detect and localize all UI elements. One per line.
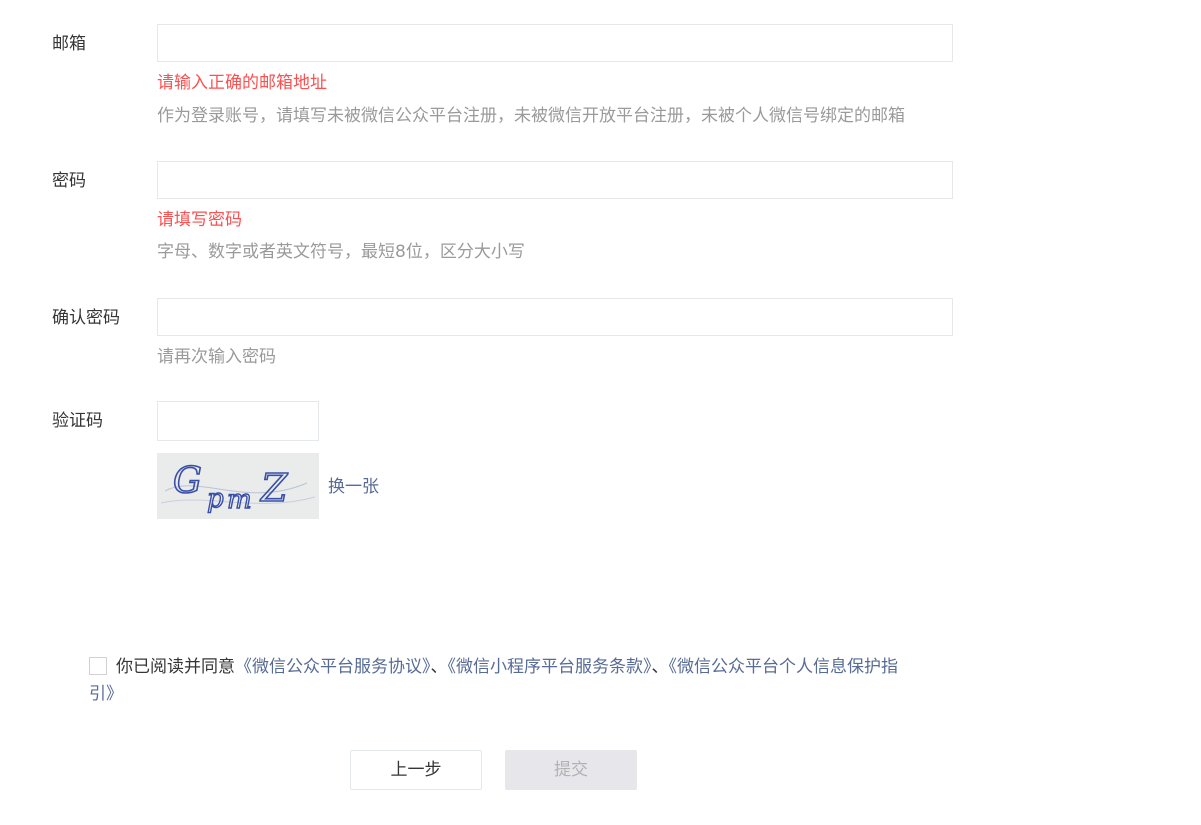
miniprogram-terms-link[interactable]: 《微信小程序平台服务条款》 [448, 657, 652, 677]
password-label: 密码 [52, 171, 86, 191]
agreement-prefix: 你已阅读并同意 [116, 657, 235, 677]
previous-step-button[interactable]: 上一步 [350, 750, 482, 790]
agreement-separator-1: 、 [430, 657, 448, 677]
email-error: 请输入正确的邮箱地址 [157, 73, 327, 93]
password-error: 请填写密码 [157, 210, 242, 230]
captcha-refresh-link[interactable]: 换一张 [328, 475, 379, 499]
agreement-separator-2: 、 [651, 657, 669, 677]
captcha-input[interactable] [157, 401, 319, 441]
email-label: 邮箱 [52, 34, 86, 54]
password-input[interactable] [157, 161, 953, 199]
agreement-row: 你已阅读并同意《微信公众平台服务协议》、《微信小程序平台服务条款》、《微信公众平… [89, 654, 909, 708]
email-tip: 作为登录账号，请填写未被微信公众平台注册，未被微信开放平台注册，未被个人微信号绑… [157, 106, 905, 126]
register-form: 邮箱 请输入正确的邮箱地址 作为登录账号，请填写未被微信公众平台注册，未被微信开… [0, 0, 1201, 825]
confirm-password-tip: 请再次输入密码 [157, 347, 276, 367]
confirm-password-input[interactable] [157, 298, 953, 336]
captcha-graphic: G p m Z [157, 453, 319, 519]
captcha-char-3: m [227, 485, 252, 515]
email-input[interactable] [157, 24, 953, 62]
captcha-image: G p m Z [157, 453, 319, 519]
confirm-password-label: 确认密码 [52, 308, 120, 328]
password-tip: 字母、数字或者英文符号，最短8位，区分大小写 [157, 242, 525, 262]
service-agreement-link[interactable]: 《微信公众平台服务协议》 [235, 657, 431, 677]
captcha-char-4: Z [260, 466, 288, 510]
submit-button[interactable]: 提交 [505, 750, 637, 790]
captcha-char-2: p [207, 484, 224, 514]
captcha-char-1: G [173, 461, 202, 502]
captcha-label: 验证码 [52, 411, 103, 431]
agreement-checkbox[interactable] [89, 657, 107, 675]
